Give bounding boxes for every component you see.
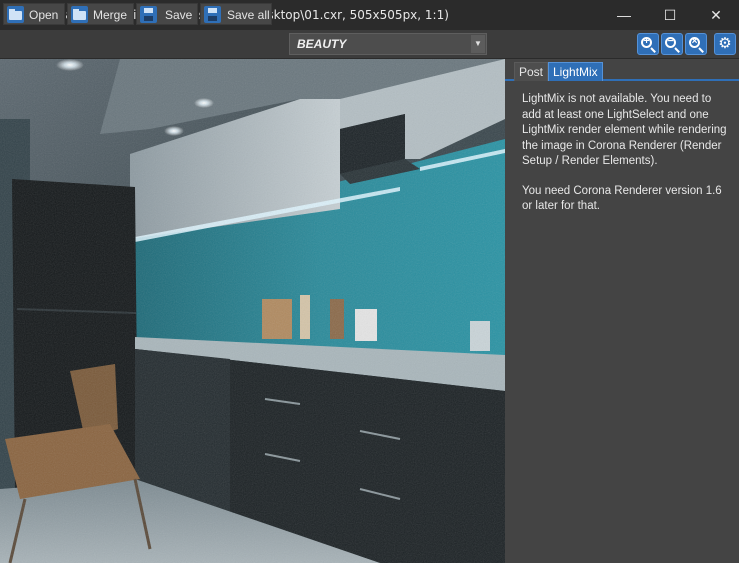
lightmix-message: LightMix is not available. You need to a… <box>522 92 732 229</box>
render-image <box>0 59 505 563</box>
open-label: Open <box>29 8 59 22</box>
maximize-button[interactable]: ☐ <box>647 0 693 30</box>
zoom-in-symbol: + <box>643 36 650 47</box>
lens-handle <box>674 47 680 53</box>
minimize-button[interactable]: — <box>601 0 647 30</box>
lightmix-version-text: You need Corona Renderer version 1.6 or … <box>522 184 722 213</box>
merge-button[interactable]: Merge <box>67 3 134 25</box>
save-label: Save <box>165 8 193 22</box>
settings-button[interactable]: ⚙ <box>714 33 736 55</box>
zoom-in-button[interactable]: + <box>637 33 659 55</box>
close-button[interactable]: ✕ <box>693 0 739 30</box>
save-disk-icon <box>140 6 157 23</box>
zoom-fit-symbol: × <box>691 36 698 47</box>
dropdown-arrow-icon: ▼ <box>471 35 485 53</box>
panel-tabs: Post LightMix <box>505 59 739 81</box>
merge-label: Merge <box>93 8 128 22</box>
tab-post[interactable]: Post <box>514 62 549 81</box>
lightmix-unavailable-text: LightMix is not available. You need to a… <box>522 93 727 167</box>
tab-lightmix[interactable]: LightMix <box>548 62 603 81</box>
open-button[interactable]: Open <box>3 3 65 25</box>
lens-handle <box>698 47 704 53</box>
save-all-disk-icon <box>204 6 221 23</box>
side-panel: Post LightMix LightMix is not available.… <box>505 59 739 563</box>
gear-icon: ⚙ <box>718 35 732 52</box>
save-all-button[interactable]: Save all <box>200 3 272 25</box>
render-element-select[interactable]: BEAUTY ▼ <box>289 33 487 55</box>
folder-merge-icon <box>71 6 88 23</box>
image-viewer[interactable] <box>0 59 505 563</box>
zoom-out-symbol: − <box>667 36 674 47</box>
zoom-fit-button[interactable]: × <box>685 33 707 55</box>
folder-open-icon <box>7 6 24 23</box>
lens-handle <box>650 47 656 53</box>
render-element-value: BEAUTY <box>297 37 347 51</box>
save-button[interactable]: Save <box>136 3 198 25</box>
save-all-label: Save all <box>227 8 270 22</box>
zoom-out-button[interactable]: − <box>661 33 683 55</box>
